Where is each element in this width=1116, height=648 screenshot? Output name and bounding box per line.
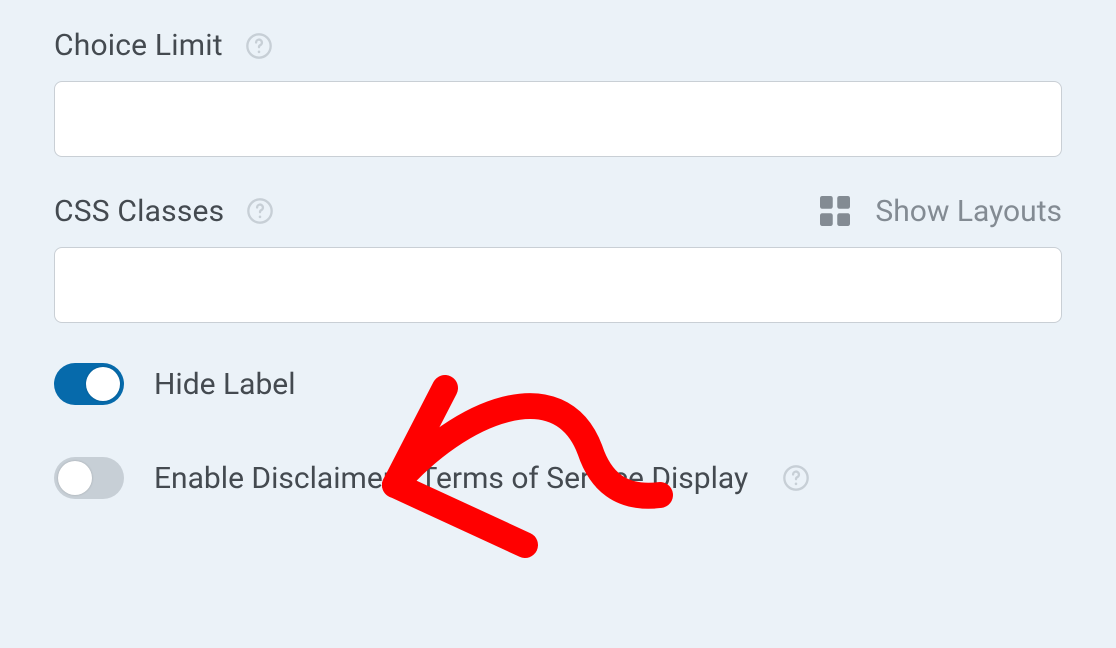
css-classes-label: CSS Classes (54, 194, 224, 229)
choice-limit-label-row: Choice Limit (54, 28, 1062, 63)
choice-limit-label: Choice Limit (54, 28, 223, 63)
css-classes-label-group: CSS Classes (54, 194, 274, 229)
toggle-knob (86, 367, 120, 401)
grid-icon (817, 193, 853, 229)
enable-disclaimer-text: Enable Disclaimer / Terms of Service Dis… (154, 461, 748, 496)
choice-limit-label-group: Choice Limit (54, 28, 273, 63)
settings-panel: Choice Limit CSS Classes (0, 0, 1116, 499)
hide-label-toggle[interactable] (54, 363, 124, 405)
enable-disclaimer-row: Enable Disclaimer / Terms of Service Dis… (54, 457, 1062, 499)
show-layouts-label: Show Layouts (875, 194, 1062, 229)
hide-label-row: Hide Label (54, 363, 1062, 405)
css-classes-field: CSS Classes (54, 193, 1062, 323)
help-icon[interactable] (246, 197, 274, 225)
show-layouts-button[interactable]: Show Layouts (817, 193, 1062, 229)
css-classes-label-row: CSS Classes (54, 193, 1062, 229)
hide-label-text: Hide Label (154, 367, 296, 402)
help-icon[interactable] (782, 464, 810, 492)
help-icon[interactable] (245, 32, 273, 60)
css-classes-input[interactable] (54, 247, 1062, 323)
choice-limit-field: Choice Limit (54, 28, 1062, 157)
choice-limit-input[interactable] (54, 81, 1062, 157)
toggle-knob (58, 461, 92, 495)
enable-disclaimer-toggle[interactable] (54, 457, 124, 499)
